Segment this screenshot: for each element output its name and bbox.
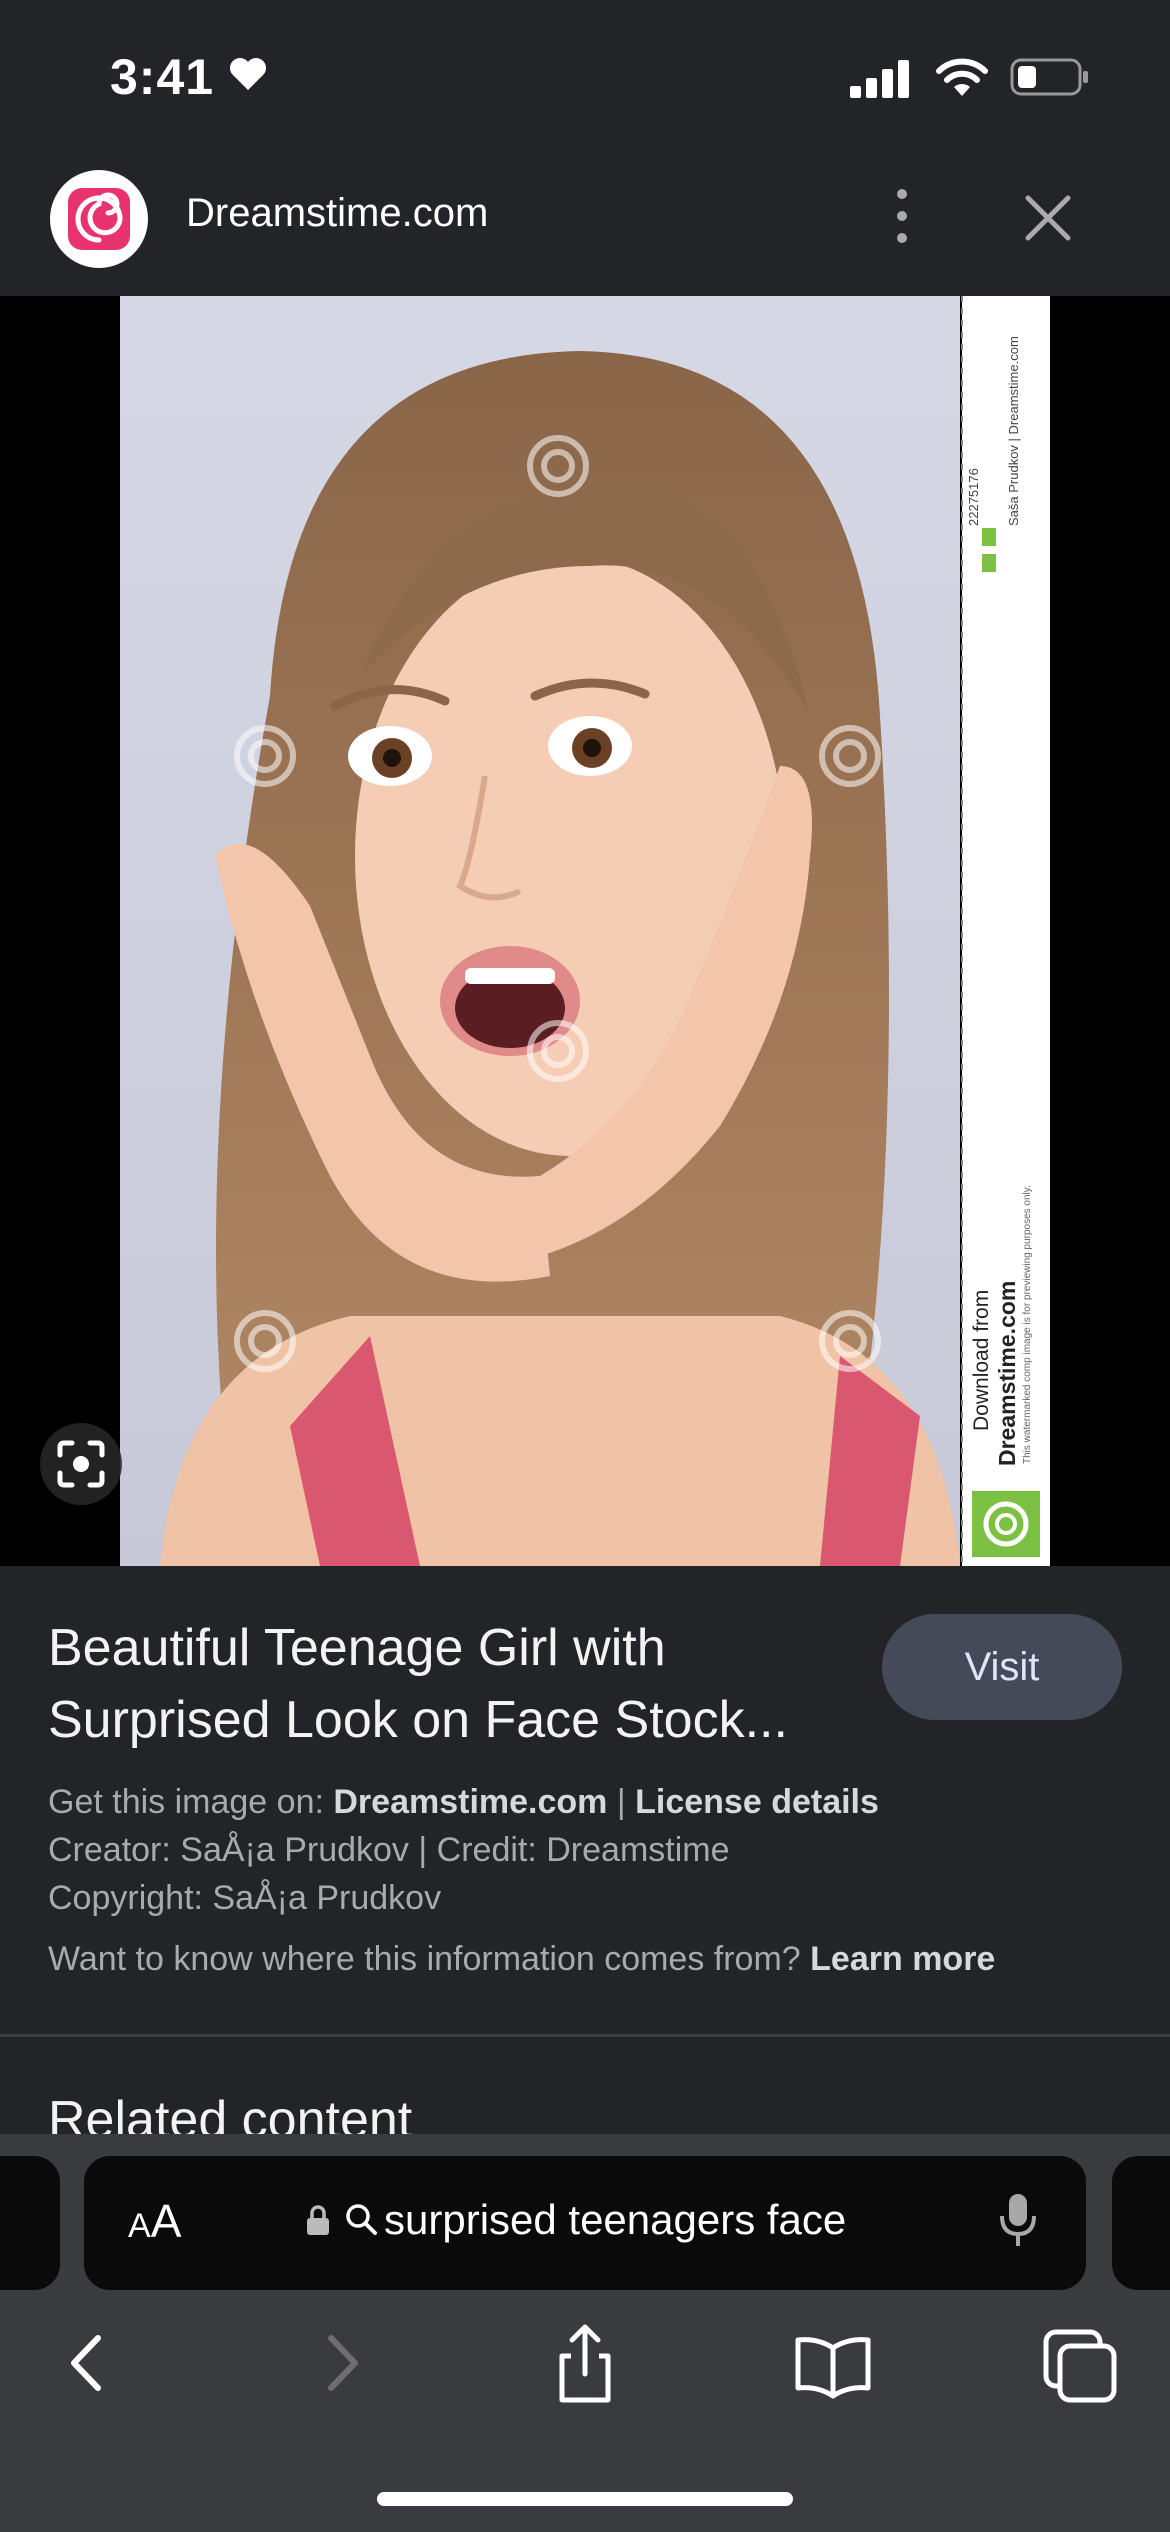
separator: | (607, 1783, 636, 1821)
back-button[interactable] (42, 2318, 132, 2408)
strip-download-line1: Download from (970, 1289, 993, 1431)
info-source-line: Want to know where this information come… (48, 1940, 995, 1979)
tabs-icon (1043, 2329, 1117, 2403)
divider (0, 2034, 1170, 2037)
result-title[interactable]: Beautiful Teenage Girl with Surprised Lo… (48, 1612, 868, 1756)
visual-search-icon (57, 1440, 105, 1488)
source-link[interactable]: Dreamstime.com (333, 1783, 607, 1821)
visit-button[interactable]: Visit (882, 1614, 1122, 1720)
strip-download-line2: Dreamstime.com (994, 1280, 1020, 1466)
source-site-name[interactable]: Dreamstime.com (186, 191, 488, 236)
photo-illustration (120, 296, 1050, 1566)
forward-button[interactable] (295, 2318, 385, 2408)
get-image-line: Get this image on: Dreamstime.com | Lice… (48, 1783, 879, 1822)
battery-icon (1010, 58, 1088, 96)
previous-tab-preview[interactable] (0, 2156, 60, 2290)
get-image-prefix: Get this image on: (48, 1783, 334, 1821)
copyright-line: Copyright: SaÅ¡a Prudkov (48, 1879, 442, 1917)
status-time: 3:41 (110, 49, 215, 105)
creator-line: Creator: SaÅ¡a Prudkov | Credit: Dreamst… (48, 1831, 730, 1869)
address-query[interactable]: surprised teenagers face (384, 2196, 846, 2244)
forward-icon (328, 2335, 358, 2391)
strip-notice: This watermarked comp image is for previ… (1022, 1185, 1033, 1464)
share-button[interactable] (540, 2318, 630, 2408)
share-icon (559, 2324, 611, 2403)
close-icon[interactable] (1018, 188, 1078, 248)
search-icon (346, 2204, 377, 2235)
text-size-button[interactable]: AA (128, 2194, 181, 2248)
next-tab-preview[interactable] (1112, 2156, 1170, 2290)
strip-id-text: 22275176 (966, 468, 981, 526)
learn-more-link[interactable]: Learn more (810, 1940, 995, 1978)
dreamstime-logo-icon[interactable] (50, 170, 148, 268)
visual-search-button[interactable] (40, 1423, 122, 1505)
bookmarks-icon (795, 2337, 871, 2399)
microphone-icon[interactable] (998, 2192, 1038, 2250)
back-icon (71, 2335, 101, 2391)
result-image[interactable]: 22275176 Saša Prudkov | Dreamstime.com D… (120, 296, 1050, 1566)
info-question: Want to know where this information come… (48, 1940, 811, 1978)
more-vertical-icon[interactable] (880, 184, 924, 248)
source-header (0, 150, 1170, 296)
bookmarks-button[interactable] (788, 2318, 878, 2408)
tabs-button[interactable] (1036, 2318, 1126, 2408)
text-size-big: A (150, 2195, 182, 2247)
strip-credit-text: Saša Prudkov | Dreamstime.com (1006, 336, 1021, 526)
cellular-signal-icon (850, 60, 909, 98)
home-indicator (377, 2492, 793, 2506)
wifi-icon (936, 58, 988, 96)
text-size-small: A (128, 2207, 151, 2245)
lock-icon (307, 2205, 329, 2235)
license-details-link[interactable]: License details (635, 1783, 879, 1821)
heart-icon (230, 58, 266, 90)
